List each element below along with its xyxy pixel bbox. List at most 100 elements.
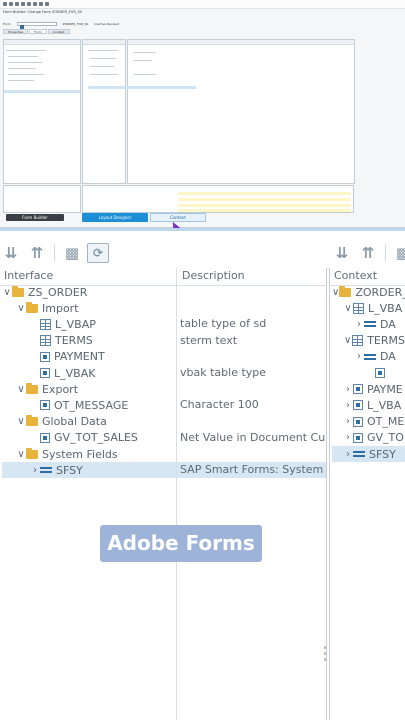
column-divider[interactable] [176, 268, 177, 720]
mini-tree-line [90, 74, 118, 75]
chevron-right-icon[interactable]: › [30, 465, 40, 476]
ctx-tree-row[interactable]: › PAYME [332, 381, 405, 397]
ctx-node-label: SFSY [369, 447, 396, 461]
mini-tree-line [90, 66, 114, 67]
interface-tree-row[interactable]: GV_TOT_SALES [2, 430, 176, 446]
mini-interface-header [4, 40, 80, 45]
interface-tree-row[interactable]: PAYMENT [2, 349, 176, 365]
screen: Form Builder: Change Form ZORDER_FOR_SS … [0, 0, 405, 720]
chevron-right-icon[interactable]: › [354, 319, 364, 330]
scroll-marker [324, 658, 326, 661]
interface-node-label: System Fields [42, 447, 118, 461]
chevron-down-icon[interactable]: ∨ [16, 416, 26, 427]
ctx-tree-row[interactable]: ∨ TERMS [332, 333, 405, 349]
chevron-down-icon[interactable]: ∨ [16, 449, 26, 460]
mini-tab[interactable]: Form [29, 29, 47, 34]
interface-tree-row[interactable]: ∨ Global Data [2, 414, 176, 430]
chevron-down-icon[interactable]: ∨ [2, 287, 12, 298]
form-builder-button[interactable]: Form Builder [6, 214, 64, 221]
folder-icon [26, 301, 38, 313]
chevron-right-icon[interactable]: › [354, 351, 364, 362]
interface-tree-row[interactable]: L_VBAK [2, 365, 176, 381]
description-column-header[interactable]: Description [182, 268, 245, 284]
mini-toolbar-icon[interactable] [3, 2, 7, 6]
mini-tree-line [8, 74, 44, 75]
chevron-down-icon[interactable]: ∨ [343, 335, 352, 346]
mini-selected-row [88, 86, 196, 89]
pane-splitter[interactable] [326, 268, 327, 720]
ctx-node-label: DA [380, 317, 396, 331]
ctx-node-label: PAYME [367, 382, 403, 396]
expand-all-icon[interactable]: ⇈ [26, 243, 48, 263]
chevron-right-icon[interactable]: › [343, 449, 353, 460]
mini-context-pane [82, 39, 126, 184]
mini-toolbar-icon[interactable] [33, 2, 37, 6]
binoculars-icon[interactable]: ▩ [61, 243, 83, 263]
interface-node-label: PAYMENT [54, 350, 105, 364]
description-cell [180, 381, 325, 397]
mini-tabs: Properties Form Context [3, 29, 70, 34]
chevron-right-icon[interactable]: › [343, 432, 353, 443]
interface-tree-row[interactable]: › SFSY [2, 462, 176, 479]
chevron-right-icon[interactable]: › [343, 400, 353, 411]
ctx-tree-row[interactable]: › SFSY [332, 446, 405, 462]
mini-context-header [83, 40, 125, 45]
interface-node-label: ZS_ORDER [28, 285, 88, 299]
ctx-tree-row[interactable]: › DA [332, 349, 405, 365]
interface-tree-row[interactable]: ∨ Import [2, 300, 176, 316]
mini-toolbar-icon[interactable] [39, 2, 43, 6]
interface-node-label: Export [42, 382, 79, 396]
table-icon [352, 335, 364, 347]
interface-node-label: L_VBAP [55, 317, 96, 331]
collapse-all-icon[interactable]: ⇊ [331, 243, 353, 263]
mini-tab[interactable]: Context [47, 29, 70, 34]
interface-toolbar: ⇊ ⇈ ▩ ⟳ [0, 242, 109, 264]
chevron-down-icon[interactable]: ∨ [332, 287, 339, 298]
interface-tree-row[interactable]: ∨ Export [2, 381, 176, 397]
interface-tree-row[interactable]: L_VBAP [2, 316, 176, 332]
interface-tree-row[interactable]: OT_MESSAGE [2, 397, 176, 413]
expand-all-icon[interactable]: ⇈ [357, 243, 379, 263]
context-column-header[interactable]: Context [334, 268, 377, 284]
mini-toolbar-icon[interactable] [45, 2, 49, 6]
field-icon [353, 384, 363, 395]
field-icon [353, 400, 363, 411]
interface-tree-row[interactable]: TERMS [2, 333, 176, 349]
mini-property-row [178, 192, 351, 195]
ctx-tree-row[interactable]: › GV_TO [332, 430, 405, 446]
field-icon [375, 368, 385, 378]
refresh-icon[interactable]: ⟳ [87, 243, 109, 263]
field-icon [353, 416, 363, 427]
interface-tree-row[interactable]: ∨ ZS_ORDER [2, 284, 176, 300]
ctx-tree-row[interactable]: ∨ L_VBA [332, 300, 405, 316]
mini-form-row: Form ZORDER_FOR_SS Inactive Revised [3, 22, 119, 29]
collapse-all-icon[interactable]: ⇊ [0, 243, 22, 263]
mini-toolbar-icon[interactable] [21, 2, 25, 6]
chevron-down-icon[interactable]: ∨ [16, 303, 26, 314]
layout-designer-button[interactable]: Layout Designer [82, 213, 148, 222]
mini-tab[interactable]: Properties [3, 29, 29, 34]
description-cell: sterm text [180, 333, 238, 347]
ctx-tree-row[interactable] [332, 365, 405, 381]
interface-tree-row[interactable]: ∨ System Fields [2, 446, 176, 462]
mini-toolbar-icon[interactable] [15, 2, 19, 6]
full-window-thumbnail: Form Builder: Change Form ZORDER_FOR_SS … [0, 0, 405, 237]
binoculars-icon[interactable]: ▩ [392, 243, 405, 263]
ctx-tree-row[interactable]: › DA [332, 316, 405, 332]
mini-form-field[interactable] [16, 22, 57, 29]
mini-toolbar-icon[interactable] [27, 2, 31, 6]
pane-splitter[interactable] [329, 268, 330, 720]
ctx-tree-row[interactable]: › L_VBA [332, 397, 405, 413]
description-cell [180, 300, 325, 316]
chevron-right-icon[interactable]: › [343, 416, 353, 427]
ctx-tree-row[interactable]: ∨ ZORDER_ [332, 284, 405, 300]
mini-toolbar-icon[interactable] [9, 2, 13, 6]
chevron-right-icon[interactable]: › [343, 384, 353, 395]
chevron-down-icon[interactable]: ∨ [343, 303, 353, 314]
interface-column-header[interactable]: Interface [4, 268, 53, 284]
chevron-down-icon[interactable]: ∨ [16, 384, 26, 395]
context-toolbar: ⇊ ⇈ ▩ [331, 242, 405, 264]
ctx-tree-row[interactable]: › OT_ME [332, 414, 405, 430]
mini-property-row [178, 198, 351, 201]
mini-tree-line [8, 68, 36, 69]
